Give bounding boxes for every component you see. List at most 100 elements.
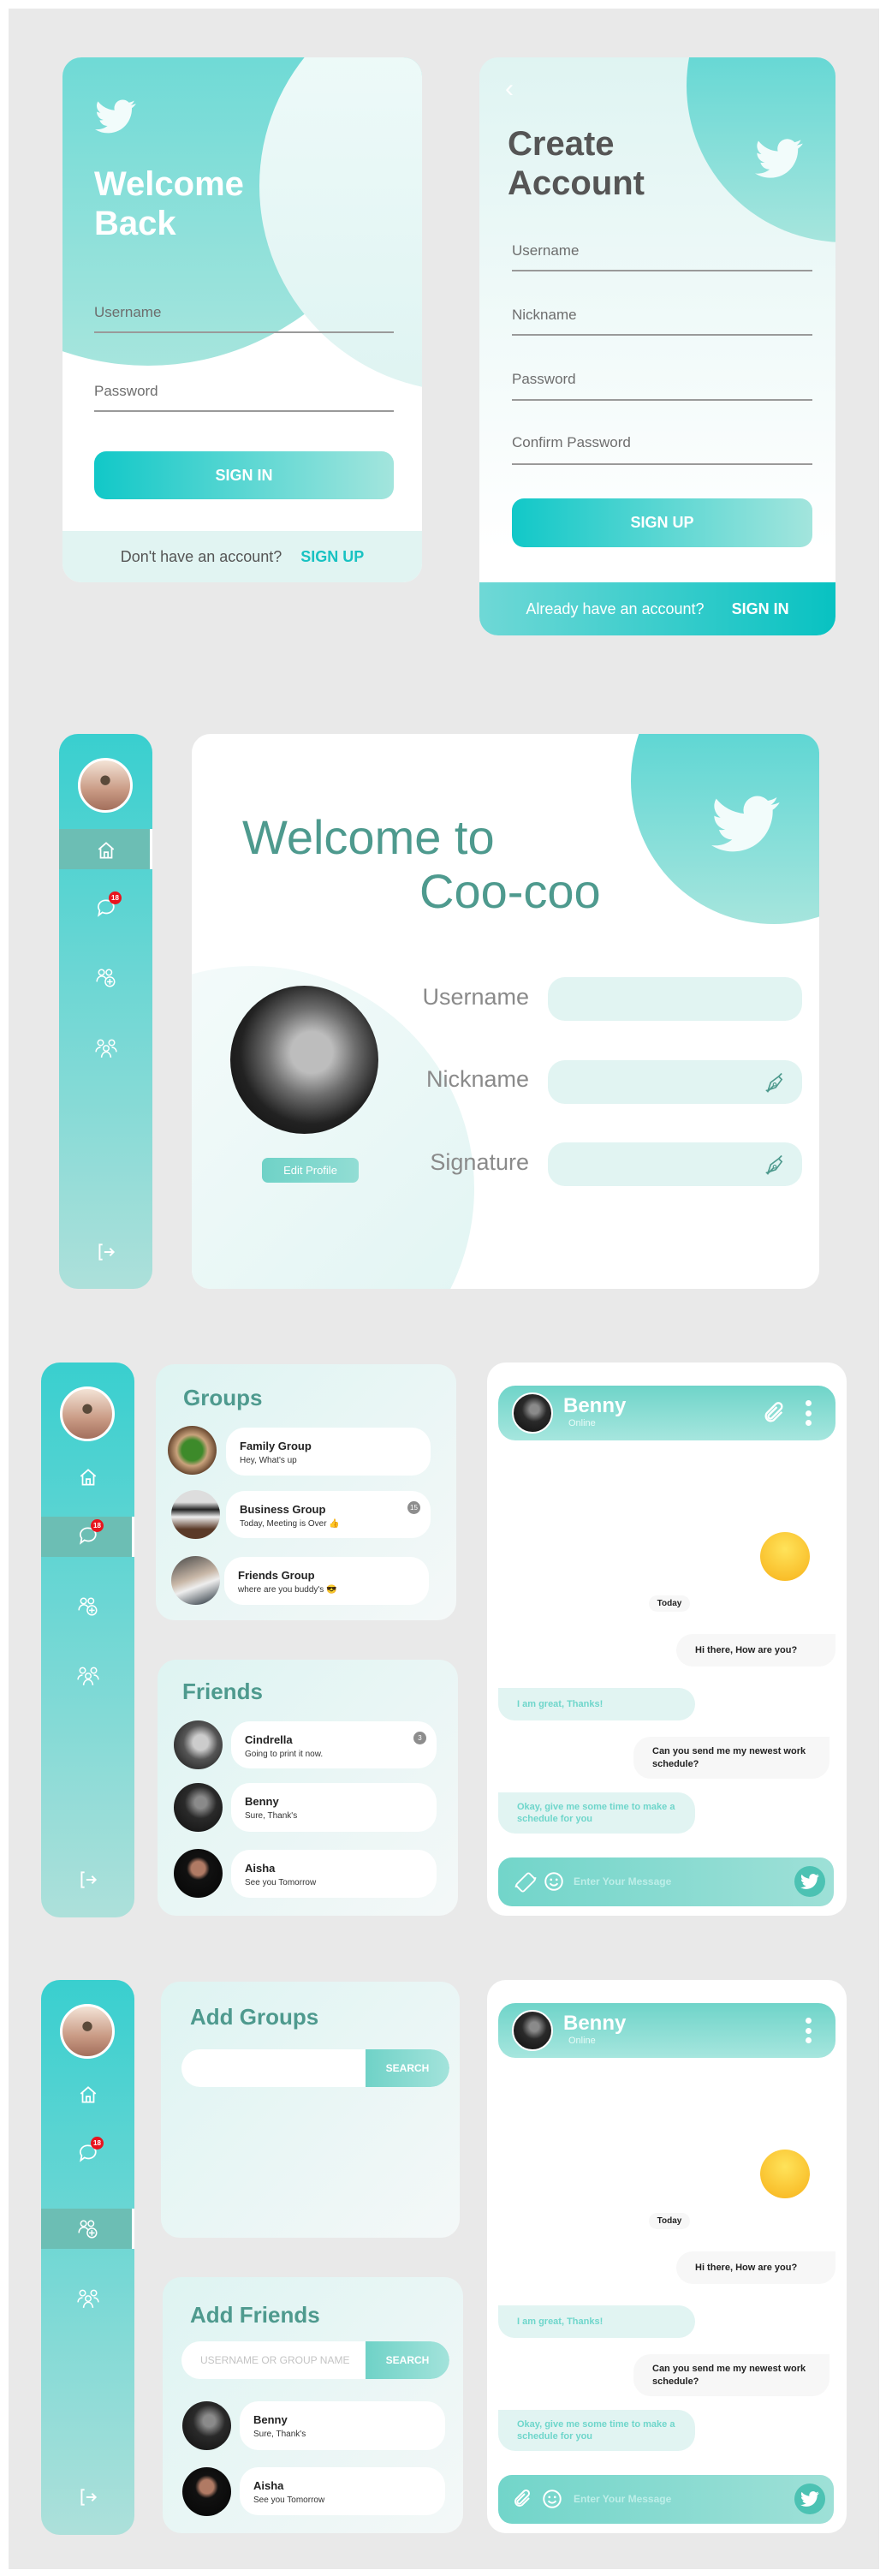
contact-avatar[interactable] bbox=[512, 1392, 553, 1434]
username-input[interactable] bbox=[548, 977, 802, 1021]
title-line: Account bbox=[508, 164, 645, 202]
twitter-bird-icon bbox=[94, 96, 137, 137]
pen-icon[interactable] bbox=[763, 1070, 787, 1094]
field-underline bbox=[512, 463, 812, 465]
panel-title: Add Groups bbox=[190, 2004, 319, 2030]
list-item[interactable]: Aisha See you Tomorrow bbox=[231, 1850, 437, 1898]
profile-photo bbox=[230, 986, 378, 1134]
home-icon[interactable] bbox=[77, 2084, 99, 2106]
avatar[interactable] bbox=[60, 1386, 115, 1441]
list-item[interactable]: Business Group Today, Meeting is Over 👍 … bbox=[226, 1491, 431, 1538]
friend-avatar bbox=[182, 2401, 231, 2450]
group-name: Family Group bbox=[240, 1440, 312, 1452]
chevron-left-icon[interactable]: ‹ bbox=[505, 76, 514, 102]
list-item[interactable]: Cindrella Going to print it now. 3 bbox=[231, 1721, 437, 1768]
search-input[interactable] bbox=[200, 2062, 363, 2076]
more-options-icon[interactable] bbox=[805, 1400, 812, 1426]
edit-profile-button[interactable]: Edit Profile bbox=[262, 1158, 359, 1183]
profile-screen: Welcome to Coo-coo Edit Profile Username… bbox=[192, 734, 819, 1289]
login-title: Welcome Back bbox=[94, 164, 244, 243]
username-field[interactable]: Username bbox=[512, 242, 579, 259]
unread-badge: 18 bbox=[91, 2137, 104, 2150]
pen-icon[interactable] bbox=[763, 1153, 787, 1177]
friend-name: Aisha bbox=[245, 1862, 276, 1875]
list-item[interactable]: Aisha See you Tomorrow bbox=[240, 2467, 445, 2515]
send-button[interactable] bbox=[794, 2484, 825, 2514]
add-friend-icon[interactable] bbox=[95, 967, 117, 989]
sidebar: 18 bbox=[59, 734, 152, 1289]
avatar[interactable] bbox=[60, 2004, 115, 2059]
last-message: See you Tomorrow bbox=[253, 2496, 325, 2505]
attachment-icon[interactable] bbox=[762, 1401, 786, 1425]
groups-icon[interactable] bbox=[77, 2287, 99, 2309]
logout-icon[interactable] bbox=[77, 1869, 99, 1891]
friend-avatar bbox=[174, 1849, 223, 1898]
add-friend-icon[interactable] bbox=[77, 2218, 99, 2240]
unread-count: 3 bbox=[413, 1732, 426, 1744]
message-outgoing: Can you send me my newest work schedule? bbox=[633, 1737, 830, 1779]
message-incoming: Okay, give me some time to make a schedu… bbox=[498, 2410, 695, 2451]
list-item[interactable]: Friends Group where are you buddy's 😎 bbox=[224, 1557, 429, 1605]
send-button[interactable] bbox=[794, 1866, 825, 1897]
friend-avatar bbox=[174, 1783, 223, 1832]
attachment-icon[interactable] bbox=[512, 2489, 532, 2509]
message-input[interactable]: Enter Your Message bbox=[574, 1875, 671, 1887]
friend-name: Aisha bbox=[253, 2479, 284, 2492]
contact-name: Benny bbox=[563, 2012, 627, 2035]
sign-in-button[interactable]: SIGN IN bbox=[94, 451, 394, 499]
message-outgoing: Can you send me my newest work schedule? bbox=[633, 2354, 830, 2396]
search-input[interactable]: USERNAME OR GROUP NAME bbox=[200, 2354, 349, 2366]
sidebar: 18 bbox=[41, 1980, 134, 2535]
search-button[interactable]: SEARCH bbox=[366, 2049, 449, 2087]
last-message: Hey, What's up bbox=[240, 1456, 297, 1465]
nickname-input[interactable] bbox=[548, 1060, 802, 1104]
twitter-bird-icon bbox=[753, 134, 805, 182]
twitter-bird-icon bbox=[708, 790, 783, 858]
panel-title: Add Friends bbox=[190, 2302, 320, 2328]
signature-label: Signature bbox=[430, 1149, 529, 1175]
groups-icon[interactable] bbox=[95, 1036, 117, 1058]
nickname-label: Nickname bbox=[425, 1066, 529, 1092]
sign-in-link[interactable]: SIGN IN bbox=[732, 600, 789, 618]
list-item[interactable]: Benny Sure, Thank's bbox=[231, 1783, 437, 1832]
more-options-icon[interactable] bbox=[805, 2018, 812, 2043]
nickname-field[interactable]: Nickname bbox=[512, 307, 577, 324]
rotate-icon[interactable] bbox=[514, 1870, 538, 1894]
emoji-icon[interactable] bbox=[543, 1870, 565, 1893]
username-label: Username bbox=[422, 984, 529, 1010]
message-input-bar: Enter Your Message bbox=[498, 1857, 834, 1906]
contact-avatar[interactable] bbox=[512, 2010, 553, 2051]
logout-icon[interactable] bbox=[95, 1241, 117, 1263]
chat-window: Benny Online Today Hi there, How are you… bbox=[487, 1363, 847, 1916]
footer-text: Already have an account? bbox=[526, 599, 705, 617]
password-field[interactable]: Password bbox=[94, 383, 158, 400]
avatar[interactable] bbox=[78, 758, 133, 813]
group-search: SEARCH bbox=[181, 2049, 449, 2087]
logout-icon[interactable] bbox=[77, 2486, 99, 2508]
home-icon[interactable] bbox=[95, 839, 117, 862]
confirm-password-field[interactable]: Confirm Password bbox=[512, 434, 631, 451]
groups-icon[interactable] bbox=[77, 1664, 99, 1686]
date-separator: Today bbox=[649, 2213, 690, 2229]
list-item[interactable]: Family Group Hey, What's up bbox=[226, 1428, 431, 1476]
password-field[interactable]: Password bbox=[512, 371, 576, 388]
add-friend-icon[interactable] bbox=[77, 1595, 99, 1618]
username-field[interactable]: Username bbox=[94, 304, 161, 321]
emoji-icon[interactable] bbox=[541, 2488, 563, 2510]
panel-title: Groups bbox=[183, 1385, 263, 1410]
title-line: Back bbox=[94, 205, 176, 242]
list-item[interactable]: Benny Sure, Thank's bbox=[240, 2401, 445, 2450]
signature-input[interactable] bbox=[548, 1142, 802, 1186]
message-input[interactable]: Enter Your Message bbox=[574, 2493, 671, 2505]
message-outgoing: Hi there, How are you? bbox=[676, 2251, 835, 2284]
friends-panel: Friends Cindrella Going to print it now.… bbox=[158, 1660, 458, 1916]
sign-up-link[interactable]: SIGN UP bbox=[300, 548, 364, 566]
sign-up-button[interactable]: SIGN UP bbox=[512, 498, 812, 547]
group-name: Friends Group bbox=[238, 1569, 315, 1582]
decor-light-circle bbox=[259, 57, 422, 391]
home-icon[interactable] bbox=[77, 1466, 99, 1488]
last-message: where are you buddy's 😎 bbox=[238, 1585, 337, 1595]
message-outgoing: Hi there, How are you? bbox=[676, 1634, 835, 1667]
contact-status: Online bbox=[568, 2036, 596, 2046]
search-button[interactable]: SEARCH bbox=[366, 2341, 449, 2379]
